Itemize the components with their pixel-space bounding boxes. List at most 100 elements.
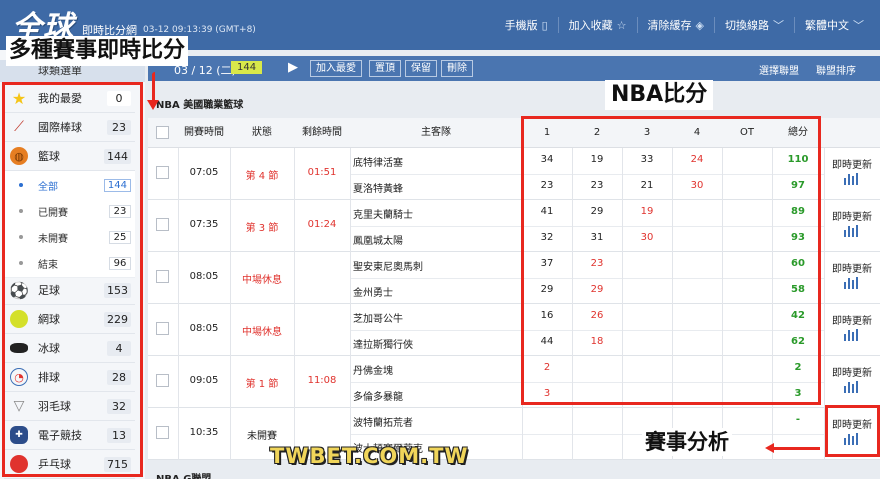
sidebar-annotation-label: 多種賽事即時比分 bbox=[6, 36, 189, 66]
start-time: 07:35 bbox=[189, 219, 219, 230]
match-status: 第 4 節 bbox=[245, 171, 279, 182]
home-team[interactable]: 芝加哥公牛 bbox=[350, 310, 522, 325]
select-league-button[interactable]: 選擇聯盟 bbox=[759, 62, 799, 77]
row-divider bbox=[350, 434, 824, 435]
row-checkbox[interactable] bbox=[156, 322, 169, 335]
column-divider bbox=[230, 252, 231, 304]
column-divider bbox=[178, 200, 179, 252]
home-team[interactable]: 克里夫蘭騎士 bbox=[350, 206, 522, 221]
column-divider bbox=[824, 200, 825, 252]
col-status: 狀態 bbox=[252, 127, 272, 138]
date-toolbar: 03 / 12 (二) 144 ▶ 加入最愛 置頂 保留 刪除 選擇聯盟 聯盟排… bbox=[148, 56, 880, 81]
pin-top-button[interactable]: 置頂 bbox=[369, 60, 401, 77]
column-divider bbox=[824, 304, 825, 356]
home-team[interactable]: 聖安東尼奧馬刺 bbox=[350, 258, 522, 273]
start-time: 09:05 bbox=[189, 375, 219, 386]
league-sort-button[interactable]: 聯盟排序 bbox=[816, 62, 856, 77]
score-annotation-label: NBA比分 bbox=[605, 80, 714, 110]
column-divider bbox=[294, 252, 295, 304]
analysis-arrow bbox=[770, 447, 820, 450]
col-teams: 主客隊 bbox=[421, 127, 451, 138]
bar-chart-icon[interactable] bbox=[844, 381, 858, 393]
live-update-link[interactable]: 即時更新 bbox=[824, 364, 880, 379]
arrow-head-icon bbox=[147, 100, 159, 110]
nav-label: 清除緩存 bbox=[647, 19, 692, 32]
column-divider bbox=[350, 252, 351, 304]
column-divider bbox=[294, 304, 295, 356]
nav-clear-cache[interactable]: 清除緩存 ◈ bbox=[636, 17, 714, 33]
match-status: 中場休息 bbox=[242, 275, 282, 286]
match-status: 中場休息 bbox=[242, 327, 282, 338]
row-checkbox[interactable] bbox=[156, 374, 169, 387]
bar-chart-icon[interactable] bbox=[844, 225, 858, 237]
score-highlight-box bbox=[521, 116, 821, 405]
column-divider bbox=[294, 148, 295, 200]
start-time: 08:05 bbox=[189, 271, 219, 282]
nav-label: 手機版 bbox=[504, 19, 538, 32]
remaining-time: 01:51 bbox=[307, 167, 337, 178]
away-team[interactable]: 達拉斯獨行俠 bbox=[350, 336, 522, 351]
column-divider bbox=[230, 148, 231, 200]
column-divider bbox=[230, 356, 231, 408]
col-remaining: 剩餘時間 bbox=[302, 127, 342, 138]
timestamp: 03-12 09:13:39 (GMT+8) bbox=[143, 25, 256, 35]
match-status: 第 1 節 bbox=[245, 379, 279, 390]
eraser-icon: ◈ bbox=[695, 18, 704, 32]
mobile-icon: ▯ bbox=[541, 18, 548, 32]
column-divider bbox=[824, 356, 825, 408]
league-title: NBA 美國職業籃球 bbox=[156, 100, 244, 111]
nav-mobile[interactable]: 手機版 ▯ bbox=[495, 17, 558, 33]
column-divider bbox=[350, 148, 351, 200]
bar-chart-icon[interactable] bbox=[844, 329, 858, 341]
match-status: 第 3 節 bbox=[245, 223, 279, 234]
keep-button[interactable]: 保留 bbox=[405, 60, 437, 77]
live-update-link[interactable]: 即時更新 bbox=[824, 312, 880, 327]
remaining-time: 11:08 bbox=[307, 375, 337, 386]
column-divider bbox=[178, 148, 179, 200]
start-time: 10:35 bbox=[189, 427, 219, 438]
add-favorite-button[interactable]: 加入最愛 bbox=[310, 60, 362, 77]
row-checkbox[interactable] bbox=[156, 426, 169, 439]
row-checkbox[interactable] bbox=[156, 166, 169, 179]
nav-language[interactable]: 繁體中文 ﹀ bbox=[794, 17, 874, 33]
col-start-time: 開賽時間 bbox=[184, 127, 224, 138]
live-update-link[interactable]: 即時更新 bbox=[824, 208, 880, 223]
column-divider bbox=[230, 200, 231, 252]
away-team[interactable]: 多倫多暴龍 bbox=[350, 388, 522, 403]
match-status: 未開賽 bbox=[247, 431, 277, 442]
live-update-link[interactable]: 即時更新 bbox=[824, 156, 880, 171]
analysis-annotation-label: 賽事分析 bbox=[642, 428, 732, 456]
nav-label: 加入收藏 bbox=[568, 19, 613, 32]
row-checkbox[interactable] bbox=[156, 270, 169, 283]
nav-label: 切換線路 bbox=[725, 19, 769, 32]
column-divider bbox=[350, 304, 351, 356]
away-team[interactable]: 夏洛特黃蜂 bbox=[350, 180, 522, 195]
home-team[interactable]: 底特律活塞 bbox=[350, 154, 522, 169]
home-total: - bbox=[795, 414, 801, 425]
column-divider bbox=[230, 304, 231, 356]
bar-chart-icon[interactable] bbox=[844, 173, 858, 185]
page: 全球 即時比分網 03-12 09:13:39 (GMT+8) 手機版 ▯ 加入收… bbox=[0, 0, 880, 479]
select-all-checkbox[interactable] bbox=[156, 126, 169, 139]
row-checkbox[interactable] bbox=[156, 218, 169, 231]
column-divider bbox=[230, 408, 231, 460]
column-divider bbox=[178, 252, 179, 304]
home-team[interactable]: 波特蘭拓荒者 bbox=[350, 414, 522, 429]
home-team[interactable]: 丹佛金塊 bbox=[350, 362, 522, 377]
arrow-head-icon bbox=[765, 443, 774, 453]
chevron-down-icon: ﹀ bbox=[773, 19, 784, 32]
column-divider bbox=[178, 356, 179, 408]
column-divider bbox=[622, 408, 623, 460]
nav-label: 繁體中文 bbox=[805, 19, 849, 32]
nav-favorite[interactable]: 加入收藏 ☆ bbox=[557, 17, 637, 33]
bar-chart-icon[interactable] bbox=[844, 277, 858, 289]
sidebar-highlight-box bbox=[2, 82, 143, 477]
column-divider bbox=[294, 200, 295, 252]
away-team[interactable]: 金州勇士 bbox=[350, 284, 522, 299]
nav-switch-line[interactable]: 切換線路 ﹀ bbox=[714, 17, 794, 33]
live-update-link[interactable]: 即時更新 bbox=[824, 260, 880, 275]
play-icon[interactable]: ▶ bbox=[288, 60, 298, 75]
delete-button[interactable]: 刪除 bbox=[441, 60, 473, 77]
star-icon: ☆ bbox=[616, 18, 627, 32]
away-team[interactable]: 鳳凰城太陽 bbox=[350, 232, 522, 247]
